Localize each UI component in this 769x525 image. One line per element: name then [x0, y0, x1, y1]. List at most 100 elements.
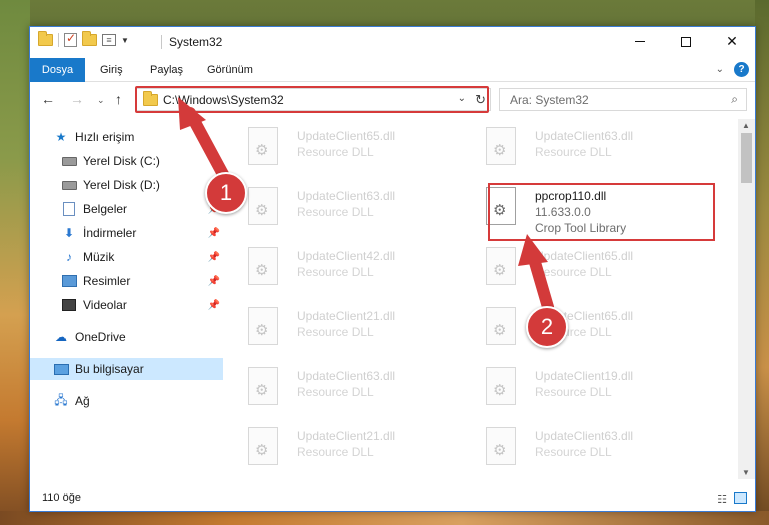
nav-item-pictures[interactable]: Resimler 📌: [30, 270, 223, 292]
nav-item-label: Resimler: [83, 274, 131, 288]
file-name: UpdateClient63.dll: [535, 129, 634, 143]
file-description: Resource DLL: [297, 445, 374, 459]
nav-item-label: İndirmeler: [83, 226, 137, 240]
nav-item-downloads[interactable]: ⬇ İndirmeler 📌: [30, 222, 223, 244]
file-item[interactable]: UpdateClient65.dll Resource DLL: [468, 303, 688, 359]
tab-view[interactable]: Görünüm: [207, 58, 253, 82]
scroll-down-icon[interactable]: ▼: [742, 468, 750, 477]
customize-icon[interactable]: ≡: [102, 34, 116, 46]
vertical-scrollbar[interactable]: ▲ ▼: [738, 119, 755, 479]
file-item[interactable]: UpdateClient42.dll Resource DLL: [230, 243, 450, 299]
nav-item-music[interactable]: ♪ Müzik 📌: [30, 246, 223, 268]
nav-item-label: Bu bilgisayar: [75, 362, 144, 376]
file-description: Resource DLL: [297, 265, 374, 279]
tiles-view-icon[interactable]: [734, 492, 747, 504]
file-name: UpdateClient42.dll: [297, 249, 396, 263]
nav-item-local-disk-c[interactable]: Yerel Disk (C:): [30, 150, 223, 172]
file-item[interactable]: UpdateClient19.dll Resource DLL: [468, 363, 688, 419]
window-controls: ✕: [617, 27, 755, 56]
file-item[interactable]: UpdateClient63.dll Resource DLL: [468, 423, 688, 479]
maximize-button[interactable]: [663, 27, 709, 56]
up-arrow-icon[interactable]: ↑: [115, 91, 122, 107]
disk-icon: [61, 178, 77, 192]
nav-item-network[interactable]: 🖧 Ağ: [30, 390, 223, 412]
tab-home[interactable]: Giriş: [100, 58, 123, 82]
search-icon[interactable]: ⌕: [731, 92, 738, 107]
nav-item-label: Yerel Disk (C:): [83, 154, 160, 168]
minimize-button[interactable]: [617, 27, 663, 56]
file-highlight: [488, 183, 715, 241]
nav-item-label: Müzik: [83, 250, 115, 264]
scrollbar-thumb[interactable]: [741, 133, 752, 183]
nav-item-label: Hızlı erişim: [75, 130, 135, 144]
file-name: UpdateClient19.dll: [535, 369, 634, 383]
file-description: Resource DLL: [535, 265, 612, 279]
file-item[interactable]: UpdateClient65.dll Resource DLL: [468, 243, 688, 299]
dll-file-icon: [486, 127, 516, 165]
navigation-pane: ★ Hızlı erişim Yerel Disk (C:) Yerel Dis…: [30, 119, 223, 479]
file-item[interactable]: UpdateClient63.dll Resource DLL: [230, 363, 450, 419]
pictures-icon: [61, 274, 77, 288]
address-bar-highlight: [135, 86, 489, 113]
file-item[interactable]: UpdateClient21.dll Resource DLL: [230, 423, 450, 479]
properties-check-icon[interactable]: [64, 31, 77, 47]
back-arrow-icon[interactable]: ←: [41, 91, 55, 107]
new-folder-icon[interactable]: [82, 31, 97, 46]
maximize-icon: [681, 36, 691, 47]
this-pc-icon: [53, 362, 69, 376]
dll-file-icon: [248, 427, 278, 465]
file-explorer-window: ≡ ▼ System32 ✕ Dosya Giriş Paylaş Görünü…: [29, 26, 756, 512]
nav-item-quick-access[interactable]: ★ Hızlı erişim: [30, 126, 223, 148]
nav-item-local-disk-d[interactable]: Yerel Disk (D:): [30, 174, 223, 196]
help-icon[interactable]: ?: [734, 62, 749, 77]
folder-icon: [38, 31, 53, 46]
pin-icon[interactable]: 📌: [208, 300, 220, 311]
window-title: System32: [169, 35, 223, 49]
nav-item-this-pc[interactable]: Bu bilgisayar: [30, 358, 223, 380]
details-view-icon[interactable]: ☷: [717, 493, 727, 506]
nav-item-label: OneDrive: [75, 330, 126, 344]
file-description: Resource DLL: [297, 385, 374, 399]
nav-item-onedrive[interactable]: ☁ OneDrive: [30, 326, 223, 348]
file-name: UpdateClient21.dll: [297, 309, 396, 323]
recent-locations-icon[interactable]: ⌄: [97, 95, 105, 106]
pin-icon[interactable]: 📌: [208, 252, 220, 263]
forward-arrow-icon[interactable]: →: [70, 91, 84, 107]
item-count: 110 öğe: [42, 492, 81, 504]
file-item[interactable]: UpdateClient65.dll Resource DLL: [230, 123, 450, 179]
file-name: UpdateClient21.dll: [297, 429, 396, 443]
desktop-background-bottom: [0, 511, 769, 525]
status-bar: 110 öğe ☷: [30, 487, 755, 511]
dll-file-icon: [248, 367, 278, 405]
pin-icon[interactable]: 📌: [208, 228, 220, 239]
expand-ribbon-icon[interactable]: ⌄: [716, 64, 724, 75]
file-item[interactable]: UpdateClient63.dll Resource DLL: [230, 183, 450, 239]
pin-icon[interactable]: 📌: [208, 276, 220, 287]
tab-file[interactable]: Dosya: [30, 58, 85, 82]
file-item[interactable]: UpdateClient21.dll Resource DLL: [230, 303, 450, 359]
title-bar: ≡ ▼ System32 ✕: [30, 27, 755, 58]
file-description: Resource DLL: [535, 145, 612, 159]
search-input[interactable]: Ara: System32: [510, 93, 589, 107]
nav-item-videos[interactable]: Videolar 📌: [30, 294, 223, 316]
nav-item-documents[interactable]: Belgeler 📌: [30, 198, 223, 220]
step-marker-1: 1: [205, 172, 247, 214]
file-name: UpdateClient63.dll: [297, 369, 396, 383]
file-item[interactable]: UpdateClient63.dll Resource DLL: [468, 123, 688, 179]
desktop-background-left: [0, 0, 30, 525]
dll-file-icon: [248, 187, 278, 225]
search-box[interactable]: Ara: System32 ⌕: [499, 88, 747, 111]
dll-file-icon: [248, 127, 278, 165]
step-marker-2: 2: [526, 306, 568, 348]
scroll-up-icon[interactable]: ▲: [742, 121, 750, 130]
dll-file-icon: [486, 427, 516, 465]
quick-access-toolbar: ≡ ▼: [38, 31, 129, 47]
videos-icon: [61, 298, 77, 312]
disk-icon: [61, 154, 77, 168]
file-name: UpdateClient63.dll: [535, 429, 634, 443]
tab-share[interactable]: Paylaş: [150, 58, 183, 82]
network-icon: 🖧: [54, 392, 68, 407]
chevron-down-icon[interactable]: ▼: [121, 36, 129, 45]
file-name: UpdateClient65.dll: [297, 129, 396, 143]
close-button[interactable]: ✕: [709, 27, 755, 56]
